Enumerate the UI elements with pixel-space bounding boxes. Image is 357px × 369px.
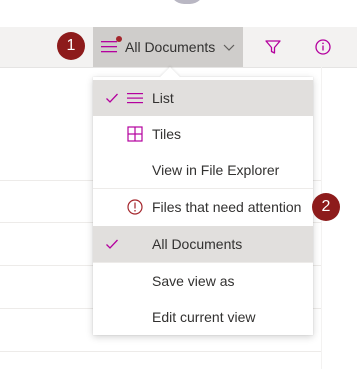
filter-icon[interactable]	[262, 36, 284, 58]
alert-circle-icon	[127, 199, 143, 215]
callout-badge-2: 2	[312, 193, 340, 221]
view-switcher-button[interactable]: All Documents	[93, 27, 243, 67]
tiles-icon	[127, 126, 143, 142]
checkmark-icon	[106, 239, 118, 249]
menu-item-save-view-as[interactable]: Save view as	[93, 263, 313, 299]
avatar[interactable]	[170, 0, 204, 4]
menu-item-label: Edit current view	[152, 309, 256, 325]
menu-item-label: List	[152, 90, 174, 106]
menu-item-label: Tiles	[152, 126, 182, 142]
view-options-menu: List Tiles View in File Explorer Files t…	[93, 67, 313, 335]
menu-item-view-in-file-explorer[interactable]: View in File Explorer	[93, 152, 313, 188]
menu-item-tiles[interactable]: Tiles	[93, 116, 313, 152]
menu-item-label: Files that need attention	[152, 199, 302, 215]
list-row-divider	[0, 351, 322, 352]
menu-item-label: View in File Explorer	[152, 162, 280, 178]
menu-item-edit-current-view[interactable]: Edit current view	[93, 299, 313, 335]
menu-item-all-documents[interactable]: All Documents	[93, 226, 313, 262]
info-icon[interactable]	[312, 36, 334, 58]
menu-item-list[interactable]: List	[93, 80, 313, 116]
callout-badge-1: 1	[57, 32, 85, 60]
checkmark-icon	[106, 93, 118, 103]
view-switcher-label: All Documents	[125, 39, 216, 55]
menu-item-label: All Documents	[152, 236, 243, 252]
chevron-down-icon	[223, 44, 235, 51]
menu-item-files-that-need-attention[interactable]: Files that need attention	[93, 189, 313, 225]
notification-dot	[116, 36, 122, 42]
menu-item-label: Save view as	[152, 273, 235, 289]
list-icon	[127, 93, 143, 104]
view-lines-icon	[101, 36, 122, 54]
